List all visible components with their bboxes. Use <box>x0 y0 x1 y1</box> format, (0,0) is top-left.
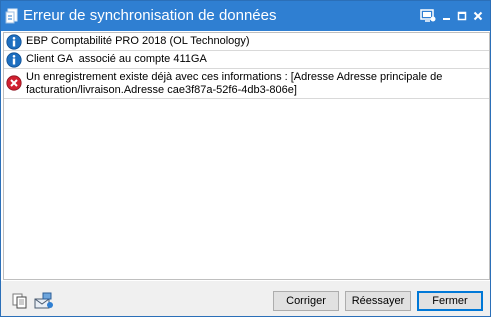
window-title: Erreur de synchronisation de données <box>23 7 277 24</box>
close-button[interactable]: Fermer <box>417 291 483 311</box>
message-row[interactable]: Client GA associé au compte 411GA <box>4 51 489 69</box>
error-icon <box>6 75 22 91</box>
send-mail-icon[interactable] <box>34 291 54 311</box>
info-icon <box>6 34 22 50</box>
message-text: Un enregistrement existe déjà avec ces i… <box>26 71 446 96</box>
message-text: Client GA associé au compte 411GA <box>26 53 207 65</box>
dialog-footer: Corriger Réessayer Fermer <box>1 281 490 316</box>
error-dialog: Erreur de synchronisation de données EBP… <box>0 0 491 317</box>
app-icon <box>5 8 19 24</box>
close-icon[interactable] <box>470 7 486 25</box>
info-icon <box>6 52 22 68</box>
maximize-icon[interactable] <box>454 7 470 25</box>
correct-button[interactable]: Corriger <box>273 291 339 311</box>
message-row[interactable]: Un enregistrement existe déjà avec ces i… <box>4 69 489 99</box>
minimize-icon[interactable] <box>439 7 455 25</box>
message-list[interactable]: EBP Comptabilité PRO 2018 (OL Technology… <box>3 32 490 280</box>
help-screen-icon[interactable] <box>419 7 437 25</box>
message-row[interactable]: EBP Comptabilité PRO 2018 (OL Technology… <box>4 33 489 51</box>
title-bar[interactable]: Erreur de synchronisation de données <box>1 1 490 31</box>
retry-button[interactable]: Réessayer <box>345 291 411 311</box>
message-text: EBP Comptabilité PRO 2018 (OL Technology… <box>26 35 250 47</box>
copy-icon[interactable] <box>10 291 30 311</box>
